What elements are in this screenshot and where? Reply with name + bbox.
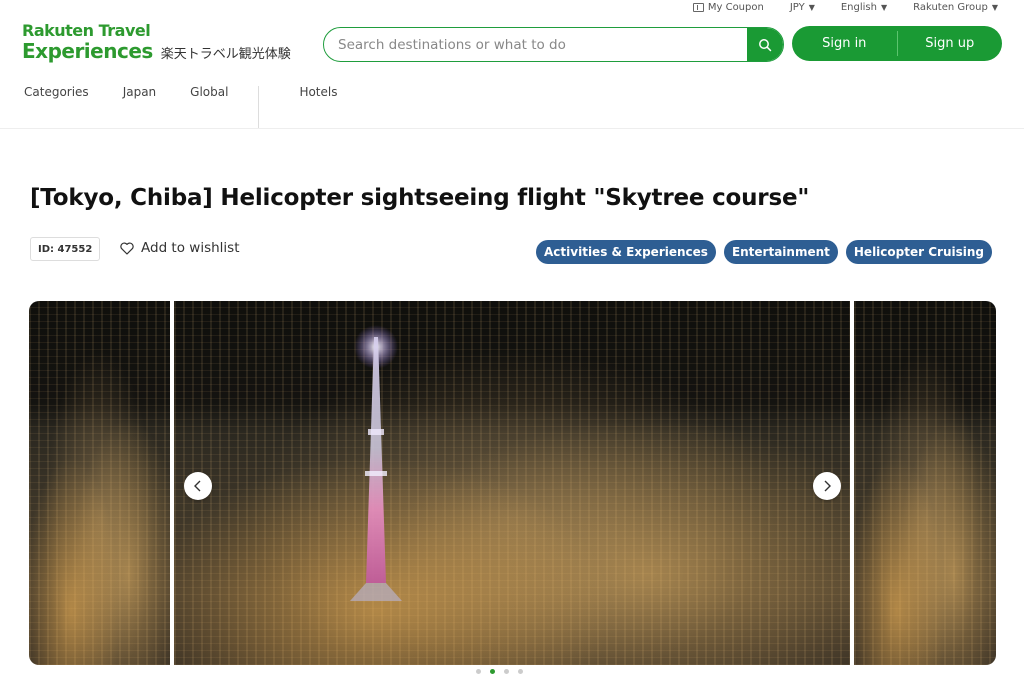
- tag-activities-experiences[interactable]: Activities & Experiences: [536, 240, 716, 264]
- nav-item-global[interactable]: Global: [190, 85, 228, 99]
- site-logo[interactable]: Rakuten Travel Experiences 楽天トラベル観光体験: [22, 21, 291, 63]
- my-coupon-link[interactable]: My Coupon: [692, 0, 764, 14]
- logo-japanese: 楽天トラベル観光体験: [160, 47, 291, 62]
- nav-item-japan[interactable]: Japan: [123, 85, 156, 99]
- nav-divider: [258, 86, 259, 129]
- currency-label: JPY: [789, 1, 805, 13]
- night-city-photo: [29, 301, 170, 665]
- caret-down-icon: ▼: [808, 2, 815, 12]
- rakuten-group-label: Rakuten Group: [913, 1, 988, 13]
- search-bar: [323, 27, 784, 62]
- gallery-slide-next[interactable]: [854, 301, 996, 665]
- chevron-left-icon: [194, 480, 201, 492]
- my-coupon-label: My Coupon: [707, 1, 764, 13]
- add-to-wishlist-button[interactable]: Add to wishlist: [120, 240, 239, 256]
- product-id-badge: ID: 47552: [30, 237, 101, 261]
- photo-gallery: [29, 301, 996, 665]
- gallery-dot[interactable]: [518, 669, 523, 674]
- main-nav: Categories Japan Global Hotels: [24, 85, 337, 99]
- page-title: [Tokyo, Chiba] Helicopter sightseeing fl…: [30, 185, 810, 211]
- chevron-right-icon: [824, 480, 831, 492]
- currency-dropdown[interactable]: JPY ▼: [790, 0, 815, 14]
- logo-line2-row: Experiences 楽天トラベル観光体験: [22, 40, 291, 62]
- language-label: English: [840, 1, 877, 13]
- gallery-prev-button[interactable]: [184, 472, 212, 500]
- gallery-dot[interactable]: [504, 669, 509, 674]
- tag-entertainment[interactable]: Entertainment: [723, 240, 838, 264]
- gallery-next-button[interactable]: [813, 472, 841, 500]
- auth-buttons: Sign in Sign up: [792, 26, 1002, 61]
- rakuten-group-dropdown[interactable]: Rakuten Group ▼: [913, 0, 998, 14]
- caret-down-icon: ▼: [880, 2, 888, 12]
- tag-helicopter-cruising[interactable]: Helicopter Cruising: [845, 240, 992, 264]
- search-input[interactable]: [324, 28, 747, 61]
- nav-item-hotels[interactable]: Hotels: [299, 85, 337, 99]
- sign-up-button[interactable]: Sign up: [898, 26, 1003, 61]
- coupon-icon: [692, 2, 704, 12]
- search-button[interactable]: [747, 28, 783, 61]
- heart-icon: [120, 241, 134, 255]
- gallery-dot[interactable]: [476, 669, 481, 674]
- gallery-slide-current[interactable]: [174, 301, 850, 665]
- gallery-dot[interactable]: [490, 669, 495, 674]
- gallery-pagination: [476, 669, 523, 674]
- nav-item-categories[interactable]: Categories: [24, 85, 89, 99]
- category-tags: Activities & Experiences Entertainment H…: [536, 240, 992, 264]
- sign-in-button[interactable]: Sign in: [792, 26, 897, 61]
- skytree-tower-graphic: [350, 325, 402, 601]
- gallery-slide-previous[interactable]: [29, 301, 170, 665]
- language-dropdown[interactable]: English ▼: [841, 0, 887, 14]
- header-divider: [0, 128, 1024, 129]
- wishlist-label: Add to wishlist: [141, 240, 240, 256]
- caret-down-icon: ▼: [991, 2, 998, 12]
- search-icon: [759, 38, 772, 51]
- night-city-photo: [854, 301, 996, 665]
- logo-line2: Experiences: [22, 39, 153, 63]
- logo-line1: Rakuten Travel: [22, 21, 151, 40]
- utility-bar: My Coupon JPY ▼ English ▼ Rakuten Group …: [692, 0, 998, 14]
